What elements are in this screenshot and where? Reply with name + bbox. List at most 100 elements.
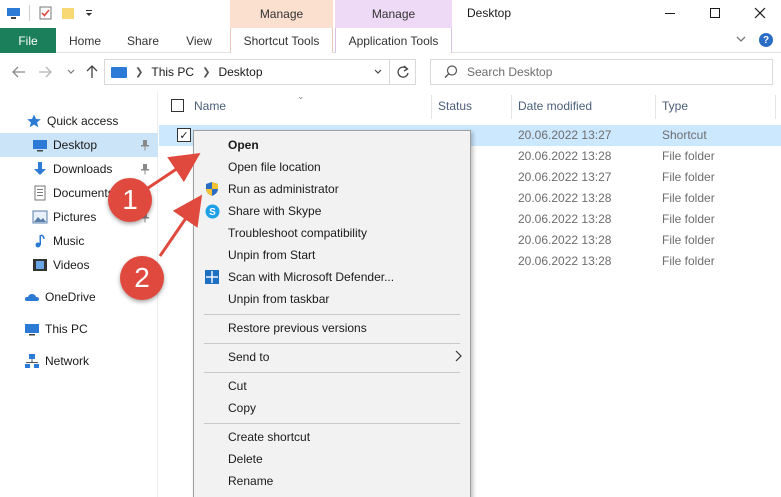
step-2-badge: 2 (120, 256, 164, 300)
sidebar-item-desktop[interactable]: Desktop (0, 133, 158, 157)
date-modified-cell: 20.06.2022 13:28 (518, 149, 612, 163)
sidebar-item-this-pc[interactable]: This PC (0, 317, 158, 341)
row-checkbox[interactable]: ✓ (177, 128, 191, 142)
tab-shortcut-tools[interactable]: Shortcut Tools (230, 28, 333, 53)
menu-item-unpin-from-start[interactable]: Unpin from Start (194, 244, 470, 266)
pc-icon[interactable] (6, 6, 21, 20)
defender-icon (204, 269, 220, 285)
sidebar-item-quick-access[interactable]: Quick access (0, 109, 158, 133)
menu-item-create-shortcut[interactable]: Create shortcut (194, 426, 470, 448)
menu-item-copy[interactable]: Copy (194, 397, 470, 419)
breadcrumb-this-pc[interactable]: This PC (151, 65, 194, 79)
network-icon (24, 353, 40, 369)
tab-file[interactable]: File (0, 28, 56, 53)
column-type[interactable]: Type (662, 99, 688, 113)
pin-icon[interactable] (140, 163, 150, 175)
date-modified-cell: 20.06.2022 13:28 (518, 233, 612, 247)
music-icon (32, 233, 48, 249)
menu-separator (204, 423, 460, 424)
minimize-button[interactable] (660, 3, 680, 23)
menu-separator (204, 343, 460, 344)
search-box[interactable] (430, 59, 773, 85)
refresh-button[interactable] (390, 59, 416, 85)
menu-item-scan-with-defender[interactable]: Scan with Microsoft Defender... (194, 266, 470, 288)
maximize-button[interactable] (705, 3, 725, 23)
star-icon (26, 113, 42, 129)
chevron-right-icon (454, 349, 462, 365)
tab-share[interactable]: Share (120, 28, 166, 53)
manage-shortcut-context-tab[interactable]: Manage (230, 0, 333, 28)
back-button[interactable] (10, 62, 28, 82)
chevron-down-icon[interactable] (367, 60, 389, 84)
menu-item-cut[interactable]: Cut (194, 375, 470, 397)
menu-separator (204, 372, 460, 373)
select-all-checkbox[interactable] (171, 99, 184, 112)
menu-separator (204, 314, 460, 315)
menu-item-open-file-location[interactable]: Open file location (194, 156, 470, 178)
skype-icon: S (204, 203, 220, 219)
tab-view[interactable]: View (176, 28, 222, 53)
menu-item-troubleshoot-compatibility[interactable]: Troubleshoot compatibility (194, 222, 470, 244)
date-modified-cell: 20.06.2022 13:27 (518, 170, 612, 184)
column-divider[interactable] (511, 95, 512, 119)
title-bar: Manage Manage Desktop (0, 0, 781, 28)
sidebar-item-music[interactable]: Music (0, 229, 158, 253)
toolbar-divider (29, 5, 30, 21)
breadcrumb-desktop[interactable]: Desktop (218, 65, 262, 79)
search-input[interactable] (467, 65, 767, 79)
uac-shield-icon (204, 181, 220, 197)
expand-ribbon-icon[interactable] (735, 33, 747, 48)
column-header: ⌄ Name Status Date modified Type (159, 91, 781, 121)
properties-icon[interactable] (38, 6, 53, 20)
manage-application-context-tab[interactable]: Manage (335, 0, 452, 28)
date-modified-cell: 20.06.2022 13:27 (518, 128, 612, 142)
menu-item-open[interactable]: Open (194, 134, 470, 156)
tab-home[interactable]: Home (60, 28, 110, 53)
breadcrumb-separator-icon[interactable]: ❯ (202, 67, 210, 78)
step-1-badge: 1 (108, 178, 152, 222)
type-cell: File folder (662, 170, 715, 184)
new-folder-icon[interactable] (61, 6, 76, 20)
recent-locations-icon[interactable] (62, 62, 80, 82)
quick-access-toolbar (6, 5, 94, 21)
type-cell: File folder (662, 254, 715, 268)
sidebar-item-label: Downloads (53, 162, 113, 176)
menu-item-rename[interactable]: Rename (194, 470, 470, 492)
sidebar-item-downloads[interactable]: Downloads (0, 157, 158, 181)
menu-item-unpin-from-taskbar[interactable]: Unpin from taskbar (194, 288, 470, 310)
pin-icon[interactable] (140, 139, 150, 151)
menu-item-restore-previous-versions[interactable]: Restore previous versions (194, 317, 470, 339)
customize-toolbar-icon[interactable] (84, 6, 94, 20)
sidebar-item-label: Network (45, 354, 90, 368)
sort-indicator-icon: ⌄ (297, 91, 305, 101)
pictures-icon (32, 209, 48, 225)
column-divider[interactable] (655, 95, 656, 119)
tab-application-tools[interactable]: Application Tools (335, 28, 452, 53)
menu-item-send-to[interactable]: Send to (194, 346, 470, 368)
column-divider[interactable] (775, 95, 776, 119)
date-modified-cell: 20.06.2022 13:28 (518, 212, 612, 226)
sidebar-item-label: Pictures (53, 210, 97, 224)
forward-button[interactable] (36, 62, 54, 82)
column-divider[interactable] (431, 95, 432, 119)
desktop-icon (32, 137, 48, 153)
menu-item-delete[interactable]: Delete (194, 448, 470, 470)
column-name[interactable]: Name (194, 99, 226, 113)
menu-item-run-as-administrator[interactable]: Run as administrator (194, 178, 470, 200)
address-bar[interactable]: ❯ This PC ❯ Desktop (104, 59, 390, 85)
sidebar-item-network[interactable]: Network (0, 349, 158, 373)
sidebar-item-label: Desktop (53, 138, 98, 152)
date-modified-cell: 20.06.2022 13:28 (518, 191, 612, 205)
sidebar-item-label: Quick access (47, 114, 119, 128)
help-icon[interactable]: ? (759, 33, 773, 47)
breadcrumb-separator-icon[interactable]: ❯ (135, 67, 143, 78)
download-icon (32, 161, 48, 177)
type-cell: File folder (662, 212, 715, 226)
up-button[interactable] (83, 62, 101, 82)
address-row: ❯ This PC ❯ Desktop (0, 53, 781, 91)
column-status[interactable]: Status (438, 99, 472, 113)
documents-icon (32, 185, 48, 201)
menu-item-share-with-skype[interactable]: S Share with Skype (194, 200, 470, 222)
column-date-modified[interactable]: Date modified (518, 99, 592, 113)
close-button[interactable] (750, 3, 770, 23)
